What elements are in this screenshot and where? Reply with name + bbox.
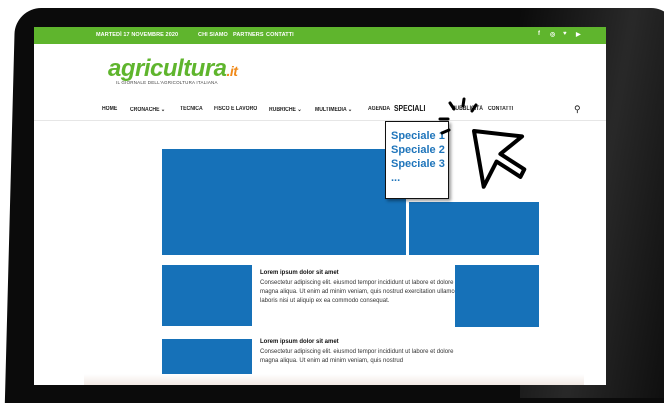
nav-label: CRONACHE [130,107,160,113]
nav-item-rubriche[interactable]: RUBRICHE ⌄ [269,106,302,113]
nav-item-agenda[interactable]: AGENDA [368,106,390,112]
site-logo[interactable]: agricultura.it [108,55,238,83]
side-ad-image[interactable] [455,265,539,327]
dropdown-item-more[interactable]: ... [391,172,400,184]
nav-item-home[interactable]: HOME [102,106,117,112]
chevron-down-icon: ⌄ [347,107,353,113]
topbar-link-chi-siamo[interactable]: CHI SIAMO [198,32,228,38]
featured-image-large[interactable] [162,149,406,255]
article-title[interactable]: Lorem ipsum dolor sit amet [260,270,339,276]
youtube-icon[interactable]: ▶ [576,31,581,38]
facebook-icon[interactable]: f [538,31,540,37]
page-footer-fade [84,374,584,385]
logo-tagline: IL GIORNALE DELL'AGRICOLTURA ITALIANA [116,80,218,85]
nav-item-speciali[interactable]: SPECIALI [394,104,425,113]
date-label: MARTEDÌ 17 NOVEMBRE 2020 [96,32,179,38]
nav-item-multimedia[interactable]: MULTIMEDIA ⌄ [315,106,352,113]
article-excerpt: Consectetur adipiscing elit. eiusmod tem… [260,280,458,304]
search-icon[interactable]: ⚲ [574,104,581,115]
logo-suffix: .it [226,63,238,79]
nav-item-fisco-e-lavoro[interactable]: FISCO E LAVORO [214,106,257,112]
mouse-pointer-click-icon [438,97,527,189]
article-thumbnail[interactable] [162,265,252,326]
article-title[interactable]: Lorem ipsum dolor sit amet [260,339,339,345]
topbar-link-partners[interactable]: PARTNERS [233,32,264,38]
logo-text: agricultura [108,55,227,82]
nav-item-cronache[interactable]: CRONACHE ⌄ [130,106,165,113]
instagram-icon[interactable]: ◎ [550,31,555,38]
topbar-link-contatti[interactable]: CONTATTI [266,32,294,38]
top-bar: MARTEDÌ 17 NOVEMBRE 2020 CHI SIAMO PARTN… [34,27,606,44]
nav-label: RUBRICHE [269,107,296,113]
browser-screen: MARTEDÌ 17 NOVEMBRE 2020 CHI SIAMO PARTN… [34,27,606,385]
article-excerpt: Consectetur adipiscing elit. eiusmod tem… [260,349,454,364]
chevron-down-icon: ⌄ [297,107,302,113]
nav-label: MULTIMEDIA [315,107,347,113]
twitter-icon[interactable]: ♥ [563,31,567,37]
nav-item-tecnica[interactable]: TECNICA [180,106,203,112]
chevron-down-icon: ⌄ [160,107,166,113]
